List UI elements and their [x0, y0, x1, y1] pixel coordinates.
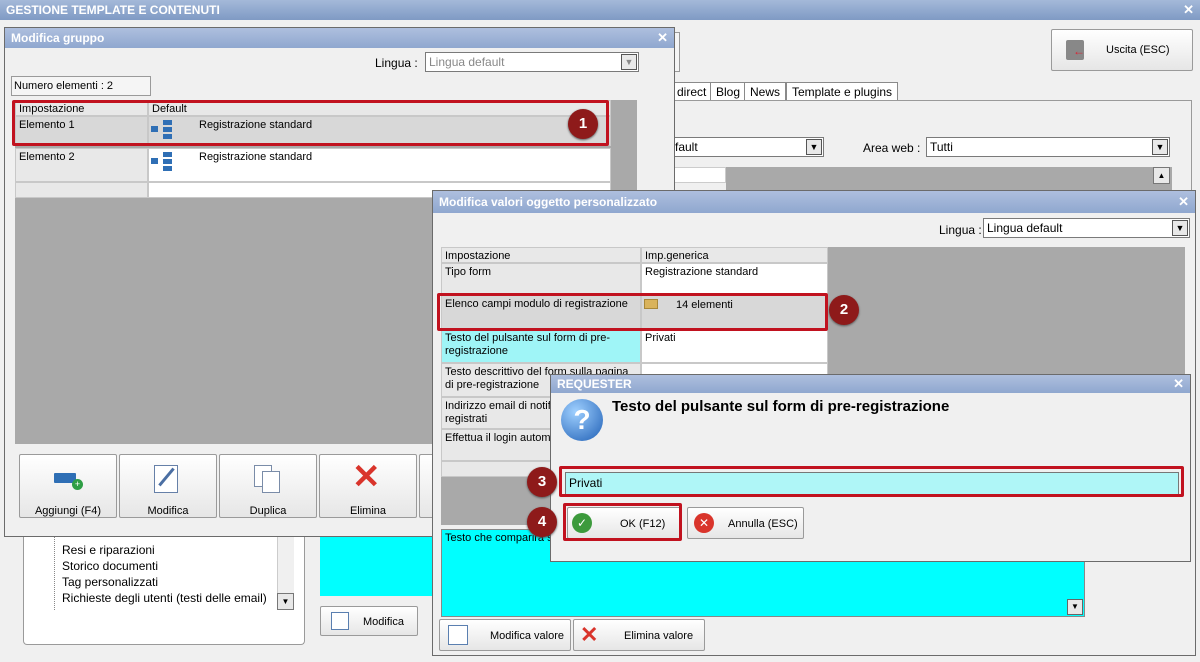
tree-line [54, 530, 55, 610]
vrow3-name[interactable]: Testo del pulsante sul form di pre-regis… [441, 329, 641, 363]
row2-name[interactable]: Elemento 2 [15, 148, 148, 182]
main-modifica-button[interactable]: Modifica [320, 606, 418, 636]
row2-value[interactable]: Registrazione standard [148, 148, 611, 182]
main-list-area [726, 167, 1172, 191]
highlight-ok-button [563, 503, 682, 541]
edit-button-label: Modifica [147, 505, 189, 517]
cancel-button[interactable]: ✕ Annulla (ESC) [687, 507, 804, 539]
cancel-icon: ✕ [694, 513, 714, 533]
tab-direct[interactable]: direct [672, 82, 713, 101]
add-button[interactable]: + Aggiungi (F4) [19, 454, 117, 518]
exit-button-label: Uscita (ESC) [1106, 44, 1170, 56]
values-dialog-title: Modifica valori oggetto personalizzato [439, 195, 658, 209]
values-dialog-titlebar: Modifica valori oggetto personalizzato ✕ [433, 191, 1195, 213]
values-lingua-select[interactable]: Lingua default ▼ [983, 218, 1190, 238]
main-cyan-area [320, 536, 438, 596]
values-col-setting: Impostazione [441, 247, 641, 263]
delete-icon: ✕ [352, 458, 381, 496]
area-select[interactable]: Tutti ▼ [926, 137, 1170, 157]
edit-icon [448, 625, 468, 645]
vrow3-value[interactable]: Privati [641, 329, 828, 363]
plus-icon: + [72, 479, 83, 490]
edit-value-label: Modifica valore [490, 630, 564, 642]
values-col-value: Imp.generica [641, 247, 828, 263]
tree-item-storico[interactable]: Storico documenti [62, 559, 158, 573]
chevron-down-icon: ▼ [621, 54, 637, 70]
main-list-header [672, 167, 726, 183]
marker-1: 1 [568, 109, 598, 139]
delete-value-button[interactable]: ✕ Elimina valore [573, 619, 705, 651]
exit-button[interactable]: ← Uscita (ESC) [1051, 29, 1193, 71]
chevron-down-icon: ▼ [806, 139, 822, 155]
requester-title: REQUESTER [557, 377, 632, 391]
marker-2: 2 [829, 295, 859, 325]
textarea-scroll-down[interactable]: ▼ [1067, 599, 1083, 615]
tree-item-resi[interactable]: Resi e riparazioni [62, 543, 155, 557]
group-lingua-label: Lingua : [375, 56, 418, 70]
main-close-icon[interactable]: ✕ [1183, 0, 1194, 20]
requester-titlebar: REQUESTER ✕ [551, 375, 1190, 393]
main-titlebar: GESTIONE TEMPLATE E CONTENUTI ✕ [0, 0, 1200, 20]
edit-icon [154, 465, 178, 493]
delete-value-label: Elimina valore [624, 630, 694, 642]
tree-scroll-down[interactable]: ▼ [277, 593, 294, 610]
group-dialog-titlebar: Modifica gruppo ✕ [5, 28, 674, 48]
tab-blog[interactable]: Blog [710, 82, 747, 101]
vrow1-value[interactable]: Registrazione standard [641, 263, 828, 295]
tree-structure-icon [151, 152, 173, 172]
group-dialog-title: Modifica gruppo [11, 31, 105, 45]
tab-news[interactable]: News [744, 82, 787, 101]
edit-icon [331, 612, 349, 630]
duplicate-button-label: Duplica [249, 505, 287, 517]
edit-value-button[interactable]: Modifica valore [439, 619, 571, 651]
marker-4: 4 [527, 507, 557, 537]
delete-icon: ✕ [580, 622, 599, 647]
highlight-row-1 [12, 100, 609, 146]
question-icon: ? [561, 399, 603, 441]
filter-select[interactable]: fault ▼ [672, 137, 824, 157]
requester-close-icon[interactable]: ✕ [1173, 375, 1184, 393]
tree-item-richieste[interactable]: Richieste degli utenti (testi delle emai… [62, 591, 267, 605]
main-title: GESTIONE TEMPLATE E CONTENUTI [6, 3, 220, 17]
duplicate-button[interactable]: Duplica [219, 454, 317, 518]
main-scroll-up[interactable]: ▲ [1153, 167, 1170, 184]
highlight-input [559, 466, 1184, 497]
chevron-down-icon: ▼ [1152, 139, 1168, 155]
values-lingua-label: Lingua : [939, 223, 982, 237]
marker-3: 3 [527, 467, 557, 497]
add-button-label: Aggiungi (F4) [34, 505, 102, 517]
group-lingua-select[interactable]: Lingua default ▼ [425, 52, 639, 72]
values-close-icon[interactable]: ✕ [1178, 191, 1189, 213]
vrow1-name[interactable]: Tipo form [441, 263, 641, 295]
delete-button-label: Elimina [349, 505, 387, 517]
element-count: Numero elementi : 2 [11, 76, 151, 96]
tab-template-plugins[interactable]: Template e plugins [786, 82, 899, 101]
highlight-row-2 [437, 293, 828, 331]
group-close-icon[interactable]: ✕ [657, 28, 668, 48]
cancel-button-label: Annulla (ESC) [728, 518, 798, 530]
exit-icon: ← [1066, 40, 1085, 60]
area-label: Area web : [863, 141, 921, 155]
tree-item-tag[interactable]: Tag personalizzati [62, 575, 158, 589]
delete-button[interactable]: ✕ Elimina [319, 454, 417, 518]
chevron-down-icon: ▼ [1172, 220, 1188, 236]
row3-empty-name [15, 182, 148, 198]
edit-button[interactable]: Modifica [119, 454, 217, 518]
requester-question: Testo del pulsante sul form di pre-regis… [612, 398, 950, 415]
main-modifica-label: Modifica [363, 616, 404, 628]
